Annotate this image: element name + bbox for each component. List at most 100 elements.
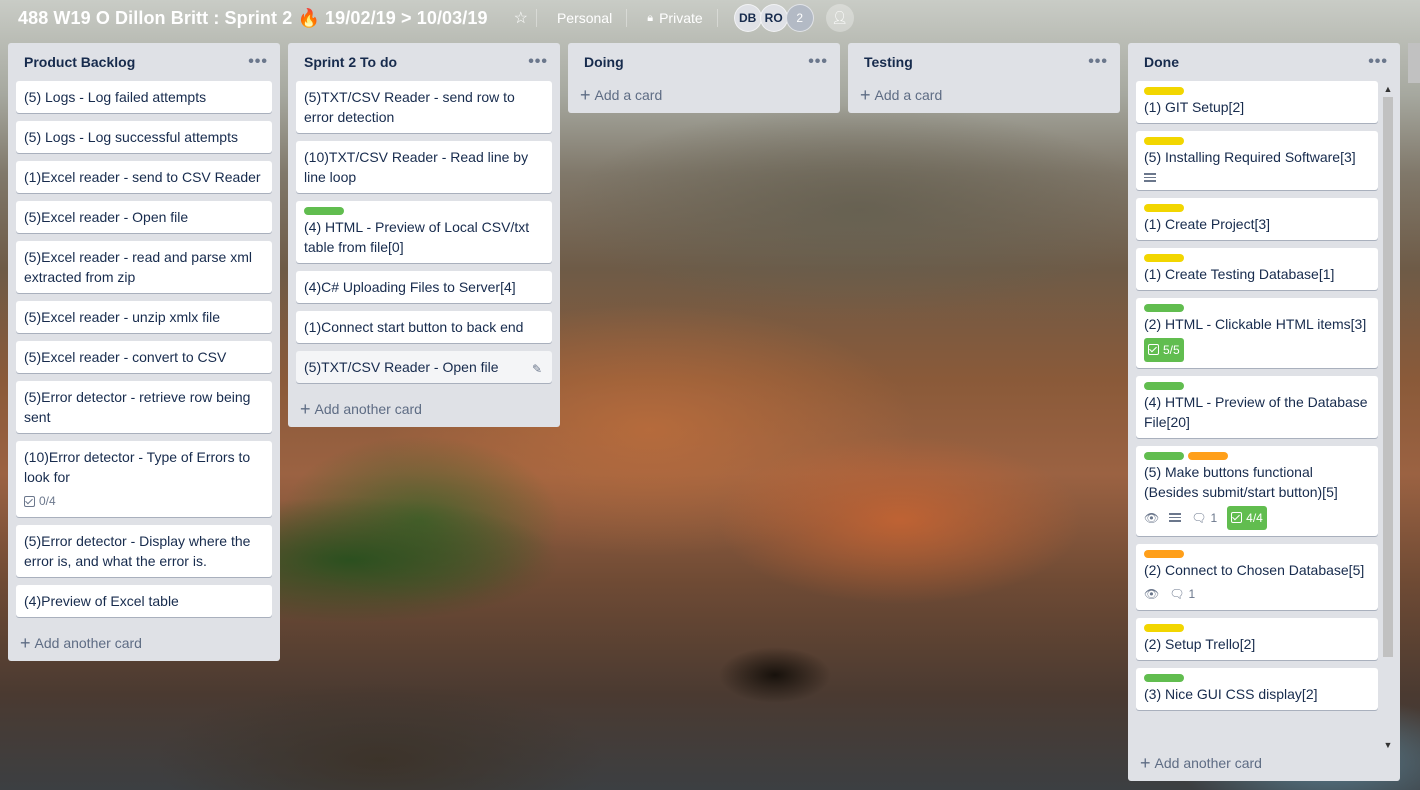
checklist-icon: [1231, 512, 1243, 523]
card[interactable]: (1) GIT Setup[2]: [1136, 81, 1378, 123]
card[interactable]: (4)Preview of Excel table: [16, 585, 272, 617]
invite-icon[interactable]: 👤︎: [825, 4, 854, 32]
board-scrollbar-thumb[interactable]: [1408, 43, 1420, 83]
list-menu-icon[interactable]: •••: [1088, 53, 1108, 71]
list-menu-icon[interactable]: •••: [248, 53, 268, 71]
list-title[interactable]: Testing: [864, 54, 913, 70]
scrollbar-thumb[interactable]: [1383, 97, 1393, 657]
label-orange[interactable]: [1144, 549, 1184, 558]
card-title: (5)TXT/CSV Reader - Open file: [304, 359, 499, 375]
card-labels: [304, 207, 544, 215]
card-title: (5)Error detector - retrieve row being s…: [24, 389, 251, 425]
avatar[interactable]: DB: [733, 4, 762, 32]
visibility-button[interactable]: 🔒︎ Private: [641, 6, 708, 30]
label-green[interactable]: [304, 207, 344, 215]
list-menu-icon[interactable]: •••: [1368, 53, 1388, 71]
member-count-badge[interactable]: 2: [785, 4, 814, 32]
card[interactable]: (4)C# Uploading Files to Server[4]: [296, 271, 552, 303]
plus-icon: +: [860, 85, 871, 105]
scroll-down-icon[interactable]: ▼: [1382, 739, 1394, 751]
card[interactable]: (1) Create Project[3]: [1136, 197, 1378, 240]
card[interactable]: (1) Create Testing Database[1]: [1136, 247, 1378, 290]
add-card-label: Add another card: [1154, 755, 1262, 771]
card-title: (2) Connect to Chosen Database[5]: [1144, 561, 1365, 578]
card[interactable]: (3) Nice GUI CSS display[2]: [1136, 667, 1378, 710]
list-menu-icon[interactable]: •••: [808, 53, 828, 71]
description-icon: [1169, 511, 1182, 524]
checklist-count: 5/5: [1163, 342, 1180, 357]
card-title: (1) Create Testing Database[1]: [1144, 265, 1335, 282]
add-card-label: Add another card: [34, 635, 142, 651]
list-title[interactable]: Product Backlog: [24, 54, 135, 70]
team-label: Personal: [556, 10, 613, 26]
card[interactable]: (5)Excel reader - unzip xmlx file: [16, 301, 272, 333]
list-header: Testing •••: [848, 43, 1120, 81]
add-card-button[interactable]: + Add a card: [848, 77, 1120, 113]
label-yellow[interactable]: [1144, 623, 1184, 632]
card[interactable]: (5)TXT/CSV Reader - Open file ✎: [296, 351, 552, 383]
list-scrollbar[interactable]: ▲ ▼: [1382, 83, 1394, 750]
label-green[interactable]: [1144, 303, 1184, 312]
label-yellow[interactable]: [1144, 253, 1184, 262]
card-title: (4) HTML - Preview of the Database File[…: [1144, 393, 1368, 430]
card[interactable]: (2) HTML - Clickable HTML items[3] 5/5: [1136, 297, 1378, 368]
list-menu-icon[interactable]: •••: [528, 53, 548, 71]
card-title: (5)Excel reader - Open file: [24, 209, 189, 225]
card[interactable]: (5)Excel reader - convert to CSV: [16, 341, 272, 373]
card-labels: [1144, 203, 1370, 212]
card[interactable]: (5) Logs - Log successful attempts: [16, 121, 272, 153]
label-yellow[interactable]: [1144, 203, 1184, 212]
card[interactable]: (2) Connect to Chosen Database[5] 👁︎ 🗨︎ 1: [1136, 543, 1378, 610]
label-orange[interactable]: [1188, 451, 1228, 460]
card[interactable]: (10)Error detector - Type of Errors to l…: [16, 441, 272, 517]
team-button[interactable]: Personal: [551, 6, 618, 30]
add-card-button[interactable]: + Add another card: [288, 391, 560, 427]
label-green[interactable]: [1144, 673, 1184, 682]
label-yellow[interactable]: [1144, 87, 1184, 95]
card[interactable]: (5)Error detector - retrieve row being s…: [16, 381, 272, 433]
comment-icon: 🗨︎: [1169, 586, 1185, 601]
card[interactable]: (10)TXT/CSV Reader - Read line by line l…: [296, 141, 552, 193]
card-title: (5) Logs - Log successful attempts: [24, 129, 238, 145]
card[interactable]: (5) Logs - Log failed attempts: [16, 81, 272, 113]
add-card-button[interactable]: + Add another card: [8, 625, 280, 661]
card-labels: [1144, 673, 1370, 682]
card-title: (10)Error detector - Type of Errors to l…: [24, 449, 251, 485]
avatar[interactable]: RO: [759, 4, 788, 32]
pencil-icon[interactable]: ✎: [532, 359, 542, 379]
card[interactable]: (1)Excel reader - send to CSV Reader: [16, 161, 272, 193]
plus-icon: +: [300, 399, 311, 419]
list-title[interactable]: Doing: [584, 54, 624, 70]
header-divider: [626, 9, 628, 27]
list-title[interactable]: Done: [1144, 54, 1179, 70]
list-header: Sprint 2 To do •••: [288, 43, 560, 81]
plus-icon: +: [1140, 753, 1151, 773]
comment-count: 1: [1210, 510, 1218, 525]
card-badges: [1144, 171, 1370, 184]
comment-count: 1: [1188, 586, 1196, 601]
card[interactable]: (5) Make buttons functional (Besides sub…: [1136, 445, 1378, 536]
card[interactable]: (2) Setup Trello[2]: [1136, 617, 1378, 660]
label-green[interactable]: [1144, 381, 1184, 390]
card-labels: [1144, 137, 1370, 145]
card-labels: [1144, 623, 1370, 632]
card[interactable]: (5)Excel reader - Open file: [16, 201, 272, 233]
card[interactable]: (5)TXT/CSV Reader - send row to error de…: [296, 81, 552, 133]
add-card-button[interactable]: + Add a card: [568, 77, 840, 113]
scroll-up-icon[interactable]: ▲: [1382, 83, 1394, 95]
card[interactable]: (4) HTML - Preview of Local CSV/txt tabl…: [296, 201, 552, 263]
board-title[interactable]: 488 W19 O Dillon Britt : Sprint 2 🔥 19/0…: [18, 8, 488, 29]
card[interactable]: (5)Excel reader - read and parse xml ext…: [16, 241, 272, 293]
card-title: (3) Nice GUI CSS display[2]: [1144, 685, 1318, 702]
card[interactable]: (1)Connect start button to back end: [296, 311, 552, 343]
card[interactable]: (5) Installing Required Software[3]: [1136, 131, 1378, 190]
card[interactable]: (5)Error detector - Display where the er…: [16, 525, 272, 577]
label-yellow[interactable]: [1144, 137, 1184, 145]
card-title: (1)Excel reader - send to CSV Reader: [24, 169, 261, 185]
add-card-button[interactable]: + Add another card: [1128, 745, 1400, 781]
label-green[interactable]: [1144, 451, 1184, 460]
board-header: 488 W19 O Dillon Britt : Sprint 2 🔥 19/0…: [0, 0, 1420, 36]
star-icon[interactable]: ☆: [514, 8, 528, 28]
list-title[interactable]: Sprint 2 To do: [304, 54, 397, 70]
card[interactable]: (4) HTML - Preview of the Database File[…: [1136, 375, 1378, 438]
